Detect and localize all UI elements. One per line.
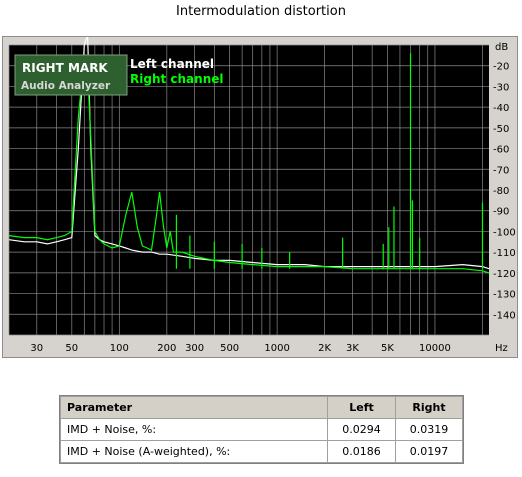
x-tick-label: 1000 xyxy=(264,343,289,354)
y-tick-label: -130 xyxy=(493,290,516,301)
y-tick-label: -20 xyxy=(493,62,509,73)
y-tick-label: -90 xyxy=(493,207,509,218)
y-tick-label: -120 xyxy=(493,269,516,280)
intermodulation-chart: -20 -30 -40 -50 -60 -70 -80 -90 -100 -110 -120 -130… xyxy=(8,37,516,354)
x-tick-label: 500 xyxy=(220,343,239,354)
x-tick-label: 10000 xyxy=(419,343,451,354)
table-header-row: Parameter Left Right xyxy=(60,396,463,419)
row-right-value: 0.0319 xyxy=(395,418,463,441)
x-tick-label: 100 xyxy=(110,343,129,354)
logo-subtitle: Audio Analyzer xyxy=(21,80,111,92)
y-tick-label: -140 xyxy=(493,310,516,321)
logo-text: RIGHT MARK xyxy=(22,61,108,75)
chart-panel: -20 -30 -40 -50 -60 -70 -80 -90 -100 -110 -120 -130… xyxy=(2,36,518,358)
results-table: Parameter Left Right IMD + Noise, %: 0.0… xyxy=(59,395,464,464)
y-tick-label: -80 xyxy=(493,186,509,197)
page-title: Intermodulation distortion xyxy=(176,4,346,19)
row-right-value: 0.0197 xyxy=(395,440,463,463)
row-left-value: 0.0294 xyxy=(327,418,396,441)
x-tick-label: 3K xyxy=(346,343,359,354)
x-tick-label: 200 xyxy=(157,343,176,354)
y-tick-label: -30 xyxy=(493,82,509,93)
x-tick-label: 30 xyxy=(30,343,43,354)
y-tick-label: -60 xyxy=(493,145,509,156)
table-row: IMD + Noise, %: 0.0294 0.0319 xyxy=(60,418,463,441)
table-row: IMD + Noise (A-weighted), %: 0.0186 0.01… xyxy=(60,440,463,463)
x-tick-label: 2K xyxy=(318,343,331,354)
header-parameter: Parameter xyxy=(60,396,328,419)
row-left-value: 0.0186 xyxy=(327,440,396,463)
legend-left-channel: Left channel xyxy=(130,57,214,71)
header-right: Right xyxy=(395,396,463,419)
x-tick-label: 300 xyxy=(185,343,204,354)
y-tick-label: -40 xyxy=(493,103,509,114)
y-tick-label: -70 xyxy=(493,165,509,176)
x-tick-label: 5K xyxy=(381,343,394,354)
legend-right-channel: Right channel xyxy=(130,72,224,86)
y-tick-label: -50 xyxy=(493,124,509,135)
y-tick-label: -110 xyxy=(493,248,516,259)
x-tick-label: 50 xyxy=(65,343,78,354)
row-parameter: IMD + Noise, %: xyxy=(60,418,328,441)
header-left: Left xyxy=(327,396,396,419)
y-tick-label: -100 xyxy=(493,227,516,238)
x-axis-label: Hz xyxy=(495,343,508,354)
row-parameter: IMD + Noise (A-weighted), %: xyxy=(60,440,328,463)
y-axis-label: dB xyxy=(495,42,508,53)
